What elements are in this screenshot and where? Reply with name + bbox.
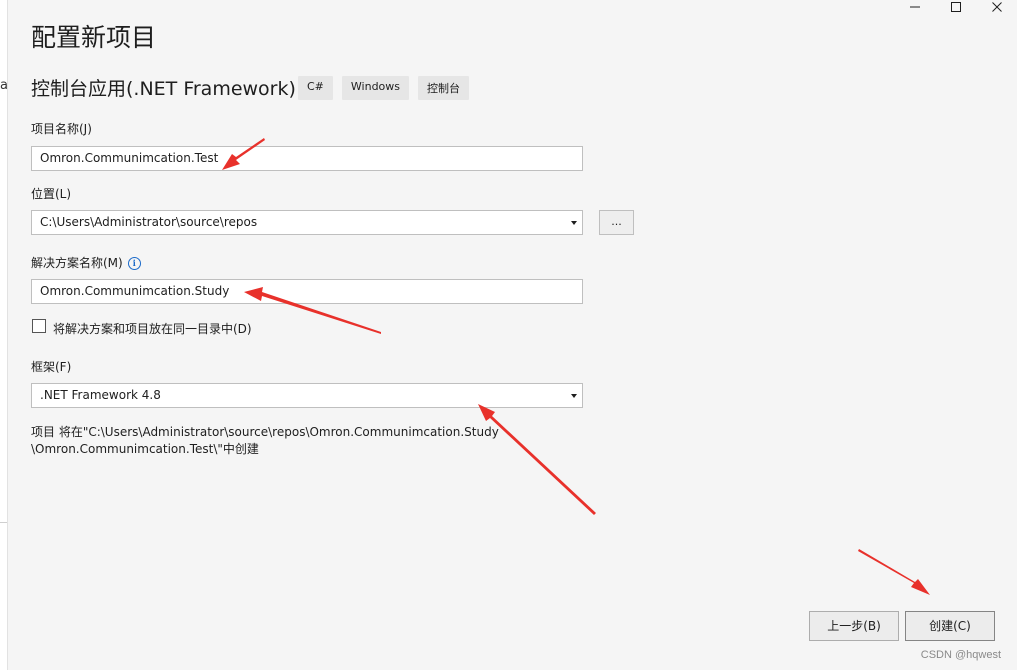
tag-project-type: 控制台 (418, 76, 470, 100)
watermark: CSDN @hqwest (920, 649, 1001, 661)
tag-language: C# (298, 76, 333, 100)
window-controls (894, 0, 1017, 14)
chevron-down-icon[interactable] (571, 394, 577, 398)
close-button[interactable] (976, 0, 1017, 14)
create-button[interactable]: 创建(C) (905, 611, 995, 641)
minimize-icon (909, 6, 920, 8)
minimize-button[interactable] (894, 0, 935, 14)
same-directory-checkbox[interactable] (32, 319, 46, 333)
location-label: 位置(L) (31, 187, 72, 201)
project-name-input[interactable]: Omron.Communimcation.Test (31, 146, 583, 171)
page-title: 配置新项目 (31, 23, 157, 52)
solution-name-input[interactable]: Omron.Communimcation.Study (31, 279, 583, 304)
framework-combobox[interactable]: .NET Framework 4.8 (31, 383, 583, 408)
browse-button[interactable]: ... (599, 210, 634, 235)
solution-name-label-row: 解决方案名称(M) i (31, 254, 141, 271)
tag-platform: Windows (341, 76, 410, 100)
info-icon[interactable]: i (127, 257, 141, 270)
location-combobox[interactable]: C:\Users\Administrator\source\repos (31, 210, 583, 235)
path-note-line-1: 项目 将在"C:\Users\Administrator\source\repo… (31, 425, 499, 439)
configure-project-dialog: 配置新项目 控制台应用(.NET Framework) C# Windows 控… (8, 0, 1017, 667)
background-window-divider (0, 522, 7, 523)
maximize-button[interactable] (935, 0, 976, 14)
chevron-down-icon[interactable] (571, 221, 577, 225)
same-directory-label[interactable]: 将解决方案和项目放在同一目录中(D) (53, 320, 252, 337)
template-name: 控制台应用(.NET Framework) (31, 78, 296, 100)
maximize-icon (950, 2, 961, 12)
path-note-line-2: \Omron.Communimcation.Test\"中创建 (31, 442, 259, 456)
project-path-note: 项目 将在"C:\Users\Administrator\source\repo… (31, 424, 499, 458)
project-name-label: 项目名称(J) (31, 122, 92, 136)
back-button[interactable]: 上一步(B) (809, 611, 899, 641)
background-window-edge: ar (0, 0, 13, 670)
framework-value: .NET Framework 4.8 (40, 388, 161, 402)
solution-name-label: 解决方案名称(M) (31, 256, 123, 270)
template-tags: C# Windows 控制台 (298, 76, 470, 100)
framework-label: 框架(F) (31, 360, 72, 374)
close-icon (991, 2, 1002, 12)
location-value: C:\Users\Administrator\source\repos (40, 215, 258, 229)
